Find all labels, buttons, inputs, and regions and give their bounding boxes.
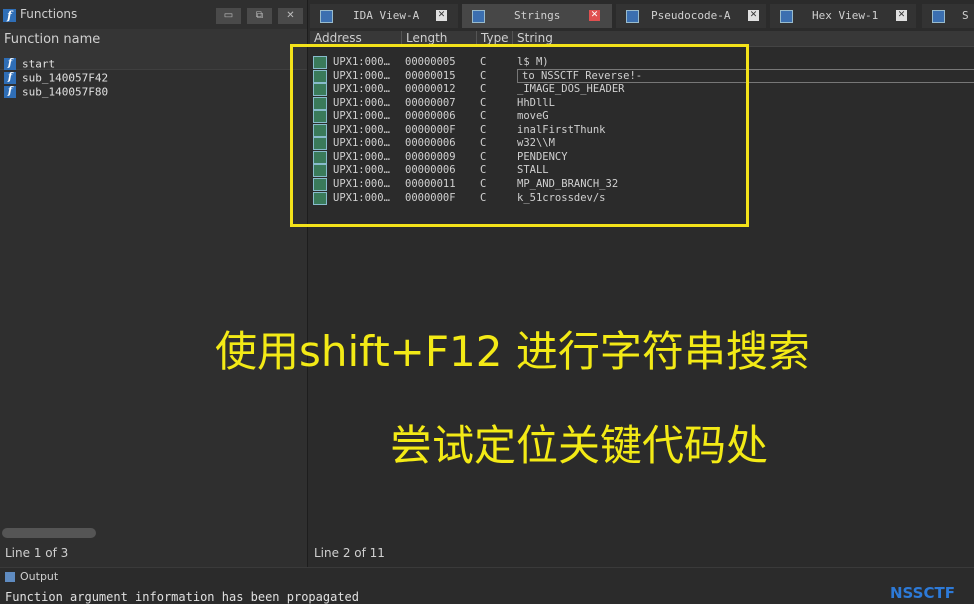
tab-bar: IDA View-A ✕ Strings ✕ Pseudocode-A ✕ He… [310, 0, 974, 31]
watermark-nssctf: NSSCTF [890, 584, 955, 602]
function-name: start [22, 57, 56, 71]
highlight-box [290, 44, 749, 227]
structures-icon [932, 10, 945, 23]
caption-line-2: 尝试定位关键代码处 [390, 421, 769, 470]
function-row[interactable]: f sub_140057F80 [4, 85, 108, 99]
close-icon[interactable]: ✕ [436, 10, 447, 21]
function-row[interactable]: f start [4, 57, 55, 71]
tab-label: Hex View-1 [812, 9, 879, 22]
function-icon: f [4, 58, 16, 70]
function-icon: f [4, 86, 16, 98]
strings-status: Line 2 of 11 [314, 546, 385, 560]
output-icon [5, 572, 15, 582]
functions-title: Functions [20, 7, 78, 21]
hex-view-icon [780, 10, 793, 23]
functions-status: Line 1 of 3 [5, 546, 69, 560]
close-icon[interactable]: ✕ [896, 10, 907, 21]
output-panel: Output Function argument information has… [0, 567, 974, 604]
float-icon[interactable]: ⧉ [247, 8, 272, 24]
tab-ida-view-a[interactable]: IDA View-A ✕ [310, 4, 458, 28]
function-name: sub_140057F80 [22, 85, 109, 99]
function-name-column-label: Function name [4, 32, 101, 47]
close-icon[interactable]: ✕ [748, 10, 759, 21]
tab-pseudocode-a[interactable]: Pseudocode-A ✕ [616, 4, 766, 28]
strings-icon [472, 10, 485, 23]
caption-line-1: 使用shift+F12 进行字符串搜索 [215, 327, 810, 376]
function-icon: f [3, 9, 16, 22]
horizontal-scrollbar[interactable] [2, 528, 96, 538]
functions-panel: f Functions ▭ ⧉ ✕ Function name f start f… [0, 0, 308, 567]
output-label[interactable]: Output [20, 570, 58, 583]
function-icon: f [4, 72, 16, 84]
output-message: Function argument information has been p… [5, 590, 360, 604]
close-icon[interactable]: ✕ [589, 10, 600, 21]
tab-label: Pseudocode-A [651, 9, 731, 22]
function-row[interactable]: f sub_140057F42 [4, 71, 108, 85]
tab-label: S [962, 9, 969, 22]
tab-hex-view-1[interactable]: Hex View-1 ✕ [770, 4, 916, 28]
tab-strings[interactable]: Strings ✕ [462, 4, 612, 28]
restore-icon[interactable]: ▭ [216, 8, 241, 24]
ida-view-icon [320, 10, 333, 23]
functions-title-bar: f Functions ▭ ⧉ ✕ [0, 4, 307, 26]
tab-label: IDA View-A [353, 9, 420, 22]
tab-label: Strings [514, 9, 561, 22]
close-icon[interactable]: ✕ [278, 8, 303, 24]
tab-structures[interactable]: S [922, 4, 974, 28]
function-name: sub_140057F42 [22, 71, 109, 85]
pseudocode-icon [626, 10, 639, 23]
